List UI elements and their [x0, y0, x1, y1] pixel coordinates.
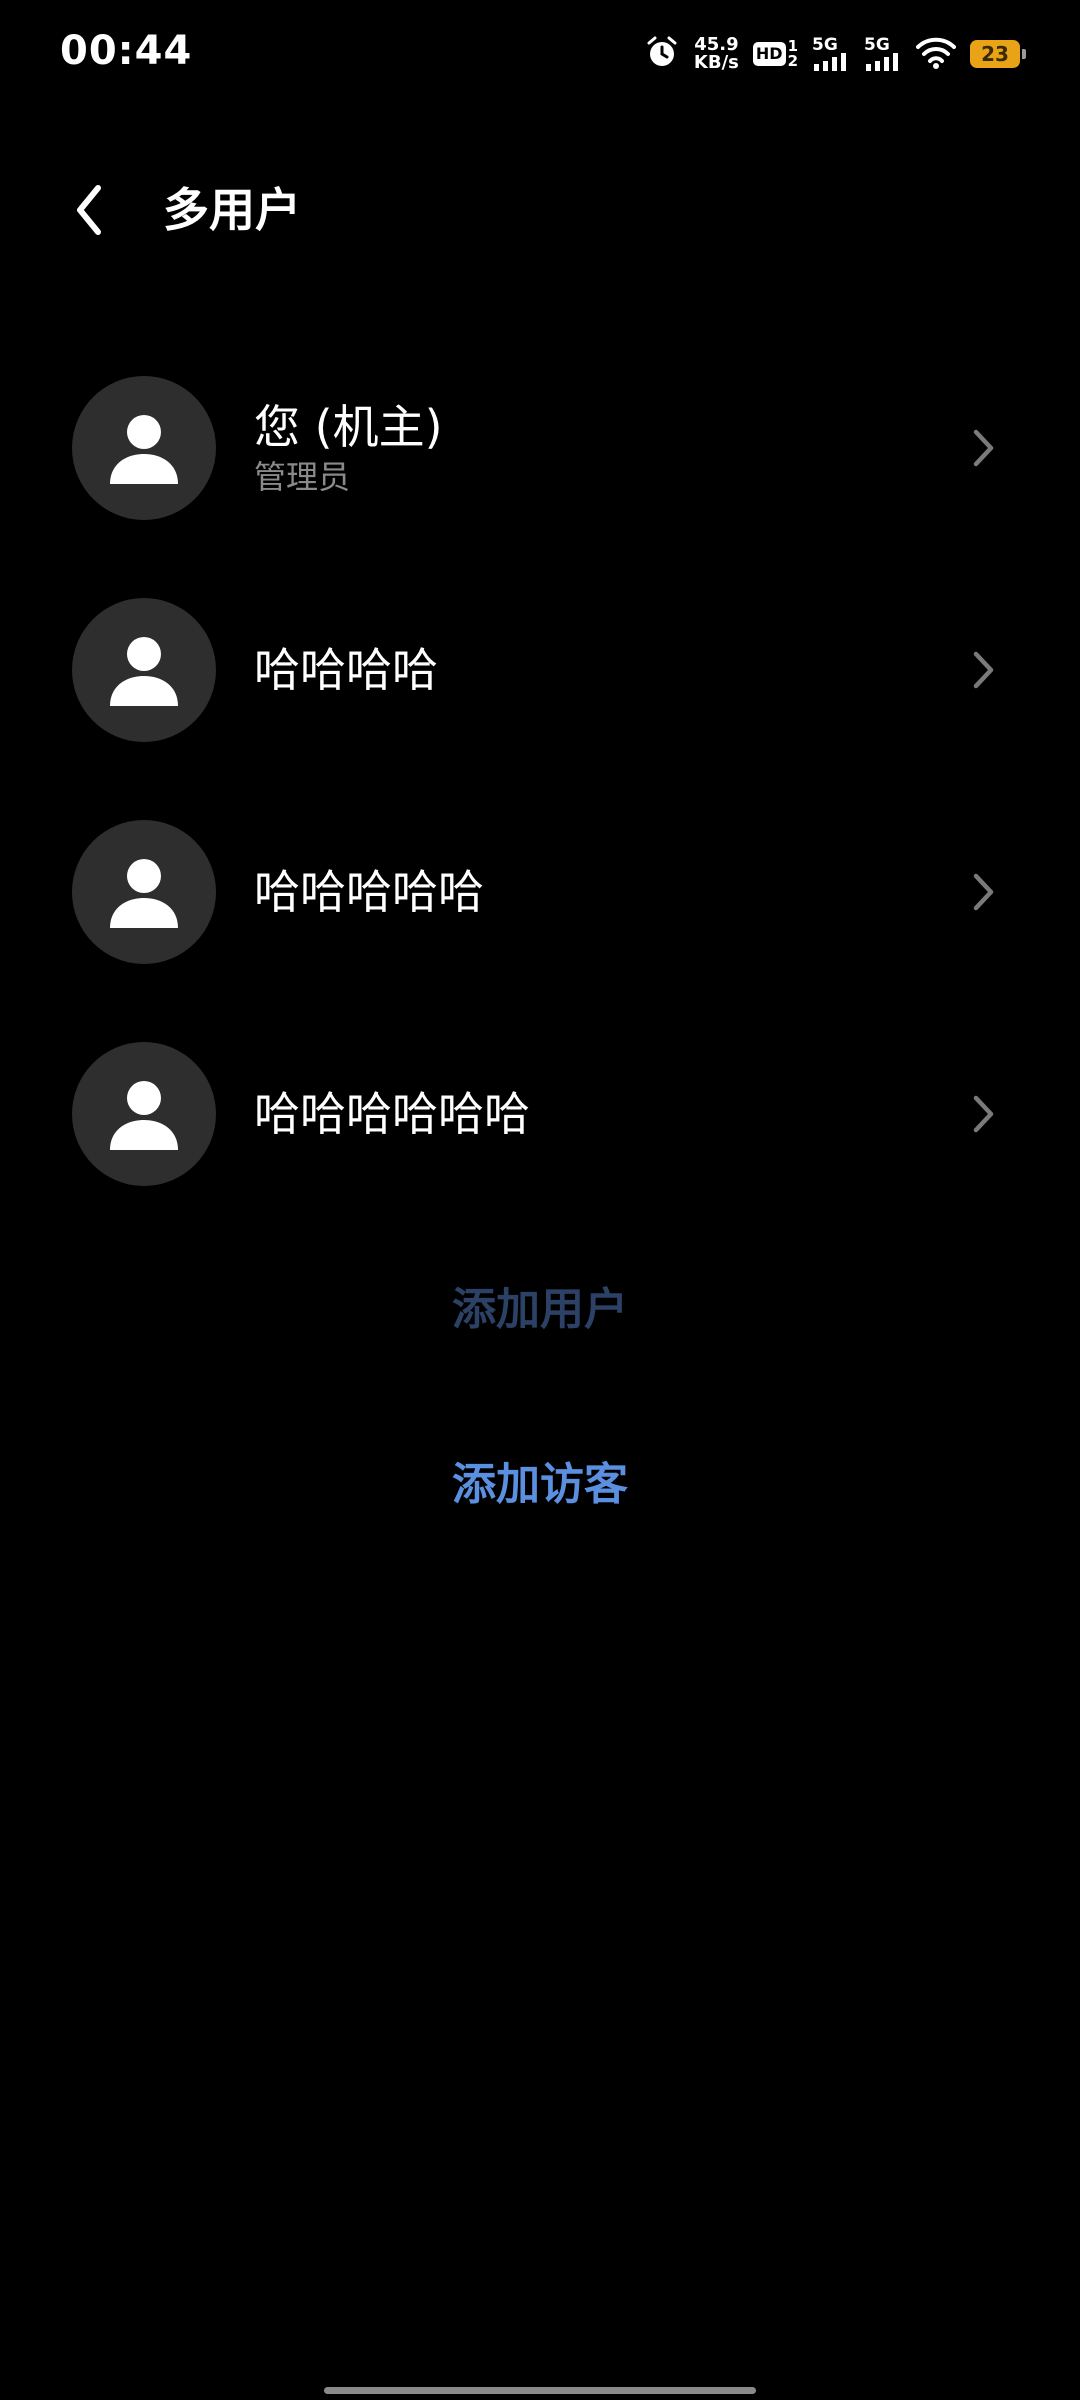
- status-icons: 45.9 KB/s HD 1 2 5G 5G 23: [644, 34, 1026, 74]
- page-title: 多用户: [163, 183, 301, 237]
- add-guest-button[interactable]: 添加访客: [0, 1455, 1080, 1515]
- chevron-right-icon: [960, 424, 1008, 472]
- user-list: 您 (机主) 管理员 哈哈哈哈 哈哈哈哈哈 哈哈哈哈哈哈: [0, 358, 1080, 1246]
- user-row[interactable]: 哈哈哈哈哈: [0, 802, 1080, 1024]
- wifi-icon: [916, 35, 956, 73]
- status-time: 00:44: [60, 28, 193, 74]
- back-button[interactable]: [60, 180, 120, 240]
- user-name: 您 (机主): [254, 400, 443, 454]
- signal-icon-sim1: 5G: [812, 37, 850, 71]
- user-text: 哈哈哈哈哈哈: [254, 1042, 530, 1186]
- user-avatar-icon: [110, 1081, 178, 1150]
- status-bar: 00:44 45.9 KB/s HD 1 2 5G 5G 23: [0, 0, 1080, 110]
- user-text: 哈哈哈哈哈: [254, 820, 484, 964]
- user-avatar-icon: [110, 859, 178, 928]
- avatar: [72, 820, 216, 964]
- app-header: 多用户: [0, 160, 1080, 260]
- user-role: 管理员: [254, 458, 351, 496]
- net-speed-unit: KB/s: [693, 52, 739, 73]
- user-avatar-icon: [110, 415, 178, 484]
- net-speed: 45.9 KB/s: [694, 36, 739, 72]
- user-avatar-icon: [110, 637, 178, 706]
- signal2-label: 5G: [864, 35, 890, 55]
- chevron-right-icon: [960, 1090, 1008, 1138]
- home-indicator[interactable]: [324, 2387, 756, 2394]
- user-row[interactable]: 哈哈哈哈哈哈: [0, 1024, 1080, 1246]
- battery-icon: 23: [970, 40, 1026, 68]
- chevron-right-icon: [960, 868, 1008, 916]
- avatar: [72, 598, 216, 742]
- battery-level: 23: [981, 42, 1009, 66]
- user-text: 哈哈哈哈: [254, 598, 438, 742]
- user-row-owner[interactable]: 您 (机主) 管理员: [0, 358, 1080, 580]
- hd-sub-bottom: 2: [787, 52, 798, 70]
- user-row[interactable]: 哈哈哈哈: [0, 580, 1080, 802]
- avatar: [72, 1042, 216, 1186]
- hd-voice-icon: HD 1 2: [752, 39, 798, 69]
- back-arrow-icon: [77, 185, 101, 235]
- signal-icon-sim2: 5G: [864, 37, 902, 71]
- signal1-label: 5G: [812, 35, 838, 55]
- user-name: 哈哈哈哈哈: [254, 865, 484, 919]
- chevron-right-icon: [960, 646, 1008, 694]
- hd-label: HD: [752, 42, 786, 66]
- user-text: 您 (机主) 管理员: [254, 376, 443, 520]
- add-user-button[interactable]: 添加用户: [0, 1280, 1080, 1340]
- alarm-icon: [644, 34, 680, 74]
- avatar: [72, 376, 216, 520]
- user-name: 哈哈哈哈哈哈: [254, 1087, 530, 1141]
- hd-sub: 1 2: [788, 39, 798, 69]
- user-name: 哈哈哈哈: [254, 643, 438, 697]
